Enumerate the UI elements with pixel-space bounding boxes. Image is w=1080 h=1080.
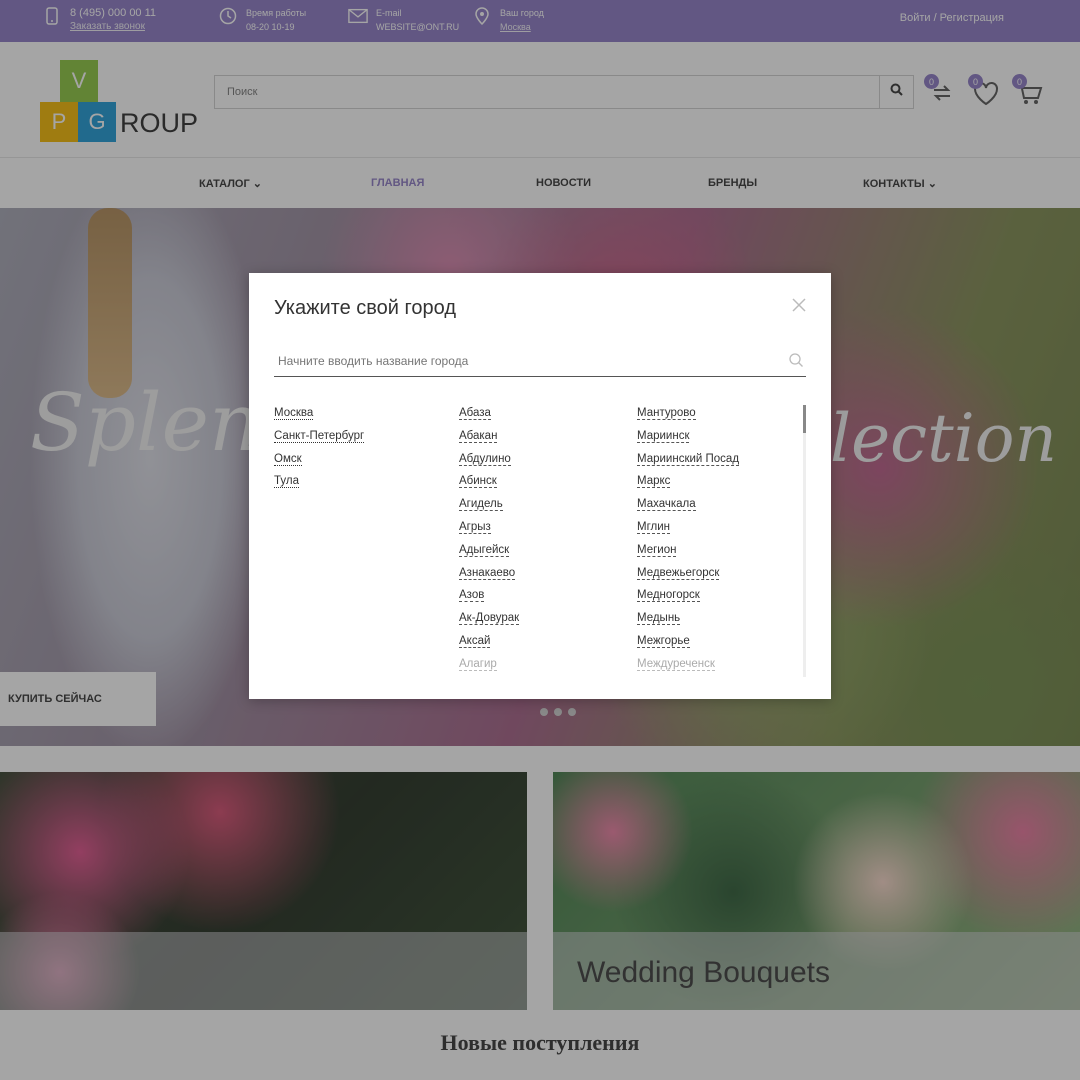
city-select-modal: Укажите свой город Москва Санкт-Петербур…	[249, 273, 831, 699]
city-name: Тула	[274, 475, 299, 489]
city-name: Медвежьегорск	[637, 566, 720, 580]
city-link[interactable]: Мантурово	[637, 405, 739, 428]
city-link[interactable]: Абинск	[459, 473, 519, 496]
city-link[interactable]: Санкт-Петербург	[274, 428, 365, 451]
city-name: Адыгейск	[459, 543, 510, 557]
city-link[interactable]: Омск	[274, 451, 364, 474]
city-search	[274, 345, 806, 377]
city-search-input[interactable]	[274, 353, 788, 368]
city-name: Мантурово	[637, 407, 696, 420]
city-link[interactable]: Тула	[274, 473, 364, 496]
city-link[interactable]: Аксай	[459, 633, 519, 656]
city-name: Медногорск	[637, 589, 700, 603]
search-icon	[788, 352, 806, 370]
city-link[interactable]: Москва	[274, 405, 364, 428]
city-name: Медынь	[637, 612, 681, 626]
city-name: Агрыз	[459, 520, 491, 534]
city-name: Алагир	[459, 657, 497, 671]
city-link[interactable]: Мариинск	[637, 428, 739, 451]
close-button[interactable]	[791, 297, 807, 313]
city-name: Аксай	[459, 634, 491, 648]
city-name: Межгорье	[637, 634, 690, 648]
city-name: Омск	[274, 452, 302, 466]
city-link[interactable]: Азнакаево	[459, 565, 519, 588]
city-name: Абдулино	[459, 452, 511, 466]
city-name: Азов	[459, 589, 485, 603]
city-name: Ак-Довурак	[459, 612, 520, 626]
city-name: Мариинск	[637, 429, 690, 443]
city-name: Маркс	[637, 475, 671, 489]
city-link[interactable]: Мариинский Посад	[637, 451, 740, 474]
cities-column-m: Мантурово Мариинск Мариинский Посад Марк…	[637, 405, 740, 675]
city-name: Абинск	[459, 475, 497, 489]
city-name: Абакан	[459, 429, 498, 443]
city-link[interactable]: Адыгейск	[459, 542, 519, 565]
city-link[interactable]: Алагир	[459, 656, 519, 675]
city-link[interactable]: Межгорье	[637, 633, 739, 656]
city-name: Мегион	[637, 543, 677, 557]
city-name: Махачкала	[637, 498, 696, 512]
city-link[interactable]: Абдулино	[459, 451, 519, 474]
city-link[interactable]: Агидель	[459, 496, 519, 519]
city-link[interactable]: Абаза	[459, 405, 519, 428]
city-list: Москва Санкт-Петербург Омск Тула Абаза А…	[274, 405, 794, 675]
city-link[interactable]: Ак-Довурак	[459, 610, 520, 633]
city-link[interactable]: Агрыз	[459, 519, 519, 542]
city-link[interactable]: Медынь	[637, 610, 739, 633]
city-name: Москва	[274, 407, 314, 420]
city-name: Абаза	[459, 407, 491, 420]
city-link[interactable]: Мглин	[637, 519, 739, 542]
popular-cities-column: Москва Санкт-Петербург Омск Тула	[274, 405, 365, 496]
city-link[interactable]: Медвежьегорск	[637, 565, 739, 588]
city-name: Междуреченск	[637, 657, 715, 671]
city-name: Агидель	[459, 498, 503, 512]
city-link[interactable]: Абакан	[459, 428, 519, 451]
city-name: Азнакаево	[459, 566, 516, 580]
city-list-scrollbar[interactable]	[803, 405, 806, 677]
scrollbar-thumb[interactable]	[803, 405, 806, 433]
modal-title: Укажите свой город	[274, 297, 456, 319]
city-name: Мариинский Посад	[637, 452, 740, 466]
city-link[interactable]: Междуреченск	[637, 656, 739, 675]
city-name: Мглин	[637, 520, 671, 534]
city-link[interactable]: Медногорск	[637, 587, 739, 610]
city-name: Санкт-Петербург	[274, 429, 365, 443]
cities-column-a: Абаза Абакан Абдулино Абинск Агидель Агр…	[459, 405, 520, 675]
city-link[interactable]: Азов	[459, 587, 519, 610]
city-link[interactable]: Мегион	[637, 542, 739, 565]
close-icon	[791, 298, 807, 317]
city-link[interactable]: Маркс	[637, 473, 739, 496]
city-link[interactable]: Махачкала	[637, 496, 739, 519]
